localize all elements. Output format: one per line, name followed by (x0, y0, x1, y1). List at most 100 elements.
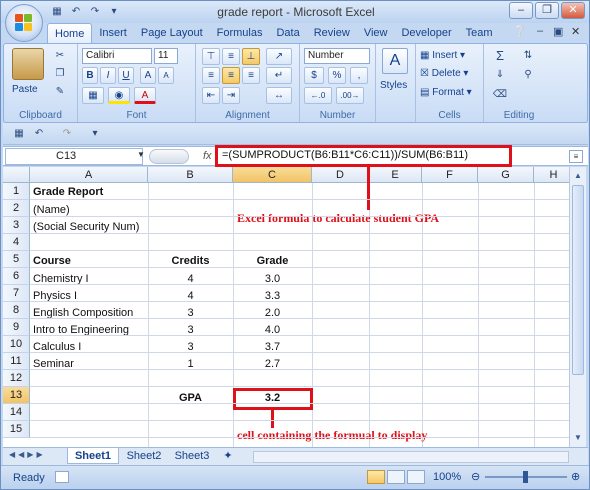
select-all-corner[interactable] (3, 167, 30, 183)
column-header-a[interactable]: A (30, 167, 148, 183)
table-row-grade[interactable]: 2.7 (233, 356, 312, 373)
row-header[interactable]: 2 (3, 200, 30, 217)
table-row-course[interactable]: Seminar (33, 356, 74, 373)
close-button[interactable]: ✕ (561, 2, 585, 19)
column-header-c[interactable]: C (233, 167, 312, 183)
table-row-credits[interactable]: 4 (148, 288, 233, 305)
merge-center-icon[interactable]: ↔ (266, 87, 292, 104)
align-center-icon[interactable]: ≡ (222, 67, 240, 84)
orientation-icon[interactable]: ↗ (266, 48, 292, 65)
row-header[interactable]: 15 (3, 421, 30, 438)
name-box[interactable]: C13 (5, 148, 143, 165)
undo-icon[interactable]: ↶ (31, 126, 47, 141)
clear-icon[interactable]: ⌫ (492, 87, 508, 102)
delete-cells-button[interactable]: ☒ Delete ▾ (420, 68, 468, 79)
decrease-indent-icon[interactable]: ⇤ (202, 87, 220, 104)
insert-function-icon[interactable]: fx (203, 150, 212, 162)
row-header[interactable]: 3 (3, 217, 30, 234)
row-header[interactable]: 5 (3, 251, 30, 268)
horizontal-scrollbar[interactable] (253, 451, 569, 463)
format-cells-button[interactable]: ▤ Format ▾ (420, 87, 472, 98)
help-icon[interactable]: ❔ (513, 25, 527, 38)
styles-icon[interactable]: A (382, 48, 408, 74)
table-row-credits[interactable]: 4 (148, 271, 233, 288)
scroll-down-icon[interactable]: ▼ (571, 431, 585, 445)
worksheet-grid[interactable]: A B C D E F G H 1 2 3 4 5 6 7 8 9 10 11 12 13 14 15 Gr… (3, 167, 569, 447)
table-row-course[interactable]: Calculus I (33, 339, 81, 356)
save-icon[interactable]: ▦ (49, 4, 65, 19)
table-row-grade[interactable]: 3.7 (233, 339, 312, 356)
formula-bar-divider[interactable] (149, 149, 189, 164)
table-row-grade[interactable]: 2.0 (233, 305, 312, 322)
minimize-button[interactable]: – (509, 2, 533, 19)
number-format-select[interactable]: Number (304, 48, 370, 64)
table-row-course[interactable]: Chemistry I (33, 271, 89, 288)
insert-sheet-icon[interactable]: ✦ (217, 448, 239, 464)
increase-indent-icon[interactable]: ⇥ (222, 87, 240, 104)
row-header[interactable]: 1 (3, 183, 30, 200)
font-color-icon[interactable]: A (134, 87, 156, 104)
fill-color-icon[interactable]: ◉ (108, 87, 130, 104)
currency-button[interactable]: $ (304, 67, 324, 84)
normal-view-icon[interactable] (367, 470, 385, 484)
wrap-text-icon[interactable]: ↵ (266, 67, 292, 84)
column-header-b[interactable]: B (148, 167, 233, 183)
scroll-up-icon[interactable]: ▲ (571, 169, 585, 183)
copy-icon[interactable]: ❐ (52, 66, 68, 81)
font-name-select[interactable]: Calibri (82, 48, 152, 64)
tab-sheet3[interactable]: Sheet3 (169, 448, 215, 464)
sheet-nav-icon[interactable]: ◀◀▶▶ (9, 450, 46, 459)
macro-record-icon[interactable] (55, 471, 69, 483)
table-row-grade[interactable]: 3.3 (233, 288, 312, 305)
tab-formulas[interactable]: Formulas (210, 23, 270, 43)
name-box-dropdown-icon[interactable]: ▼ (137, 150, 145, 159)
cell-b13[interactable]: GPA (148, 390, 233, 407)
tab-view[interactable]: View (357, 23, 395, 43)
grow-font-button[interactable]: A (140, 67, 156, 84)
tab-page-layout[interactable]: Page Layout (134, 23, 210, 43)
customize-qat-icon[interactable]: ▾ (106, 4, 122, 19)
scroll-thumb[interactable] (572, 185, 584, 375)
cut-icon[interactable]: ✂ (52, 48, 68, 63)
font-size-select[interactable]: 11 (154, 48, 178, 64)
table-row-credits[interactable]: 1 (148, 356, 233, 373)
zoom-slider-thumb[interactable] (523, 471, 528, 483)
paste-icon[interactable] (12, 48, 44, 80)
tab-insert[interactable]: Insert (92, 23, 134, 43)
restore-button[interactable]: ❐ (535, 2, 559, 19)
page-layout-view-icon[interactable] (387, 470, 405, 484)
tab-review[interactable]: Review (307, 23, 357, 43)
decrease-decimal-icon[interactable]: .00→ (336, 87, 364, 104)
page-break-view-icon[interactable] (407, 470, 425, 484)
insert-cells-button[interactable]: ▦ Insert ▾ (420, 50, 465, 61)
align-right-icon[interactable]: ≡ (242, 67, 260, 84)
row-header[interactable]: 6 (3, 268, 30, 285)
align-left-icon[interactable]: ≡ (202, 67, 220, 84)
table-row-grade[interactable]: 4.0 (233, 322, 312, 339)
align-top-icon[interactable]: ⊤ (202, 48, 220, 65)
row-header[interactable]: 10 (3, 336, 30, 353)
vertical-scrollbar[interactable]: ▲ ▼ (569, 167, 586, 447)
table-row-grade[interactable]: 3.0 (233, 271, 312, 288)
column-header-d[interactable]: D (312, 167, 369, 183)
tab-home[interactable]: Home (47, 23, 93, 43)
autosum-icon[interactable]: Σ (492, 48, 508, 63)
italic-button[interactable]: I (100, 67, 116, 84)
table-row-course[interactable]: Intro to Engineering (33, 322, 129, 339)
row-header[interactable]: 8 (3, 302, 30, 319)
align-bottom-icon[interactable]: ⊥ (242, 48, 260, 65)
row-header[interactable]: 9 (3, 319, 30, 336)
table-row-course[interactable]: Physics I (33, 288, 77, 305)
paste-button[interactable]: Paste (12, 84, 38, 95)
zoom-out-icon[interactable]: ⊖ (471, 470, 480, 483)
sort-filter-icon[interactable]: ⇅ (520, 48, 536, 63)
column-header-e[interactable]: E (369, 167, 422, 183)
percent-button[interactable]: % (328, 67, 346, 84)
tab-sheet2[interactable]: Sheet2 (121, 448, 167, 464)
tab-sheet1[interactable]: Sheet1 (67, 448, 119, 464)
zoom-in-icon[interactable]: ⊕ (571, 470, 580, 483)
borders-icon[interactable]: ▦ (82, 87, 104, 104)
redo-icon[interactable]: ↷ (87, 4, 103, 19)
find-select-icon[interactable]: ⚲ (520, 67, 536, 82)
row-header[interactable]: 12 (3, 370, 30, 387)
